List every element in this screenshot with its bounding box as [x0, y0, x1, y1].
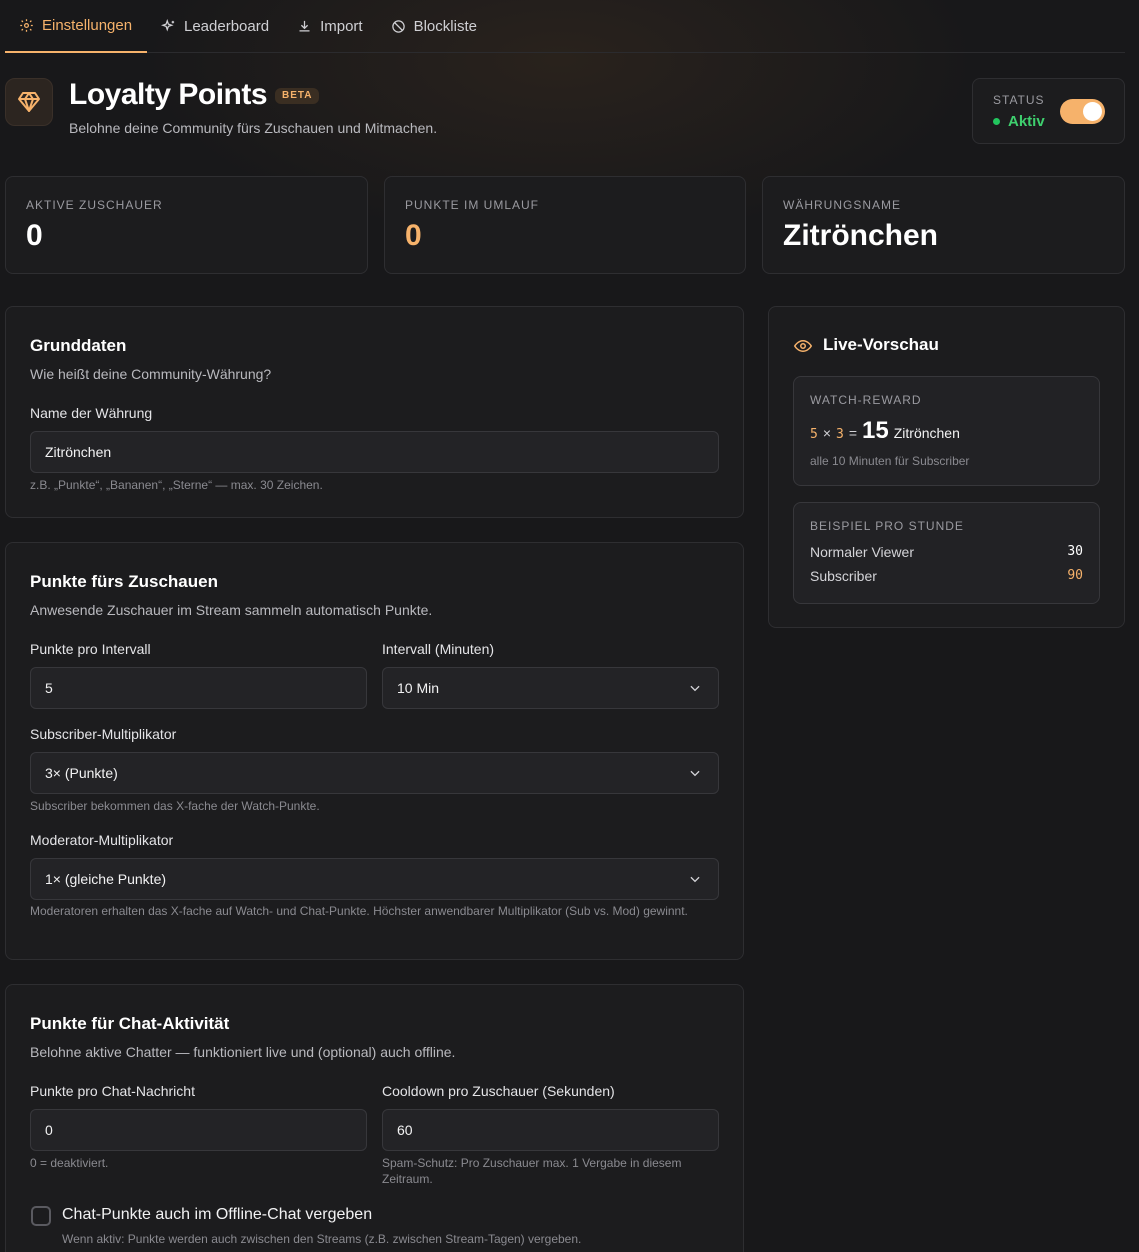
stat-card-currency: WÄHRUNGSNAME Zitrönchen [762, 176, 1125, 274]
eye-icon [793, 339, 813, 353]
interval-select[interactable]: 10 Min [382, 667, 719, 709]
currency-name-input[interactable]: Zitrönchen [30, 431, 719, 473]
toggle-knob [1083, 102, 1102, 121]
field-hint: z.B. „Punkte“, „Bananen“, „Sterne“ — max… [30, 478, 323, 492]
field-hint: Subscriber bekommen das X-fache der Watc… [30, 799, 320, 813]
moderator-multiplier-select[interactable]: 1× (gleiche Punkte) [30, 858, 719, 900]
chevron-down-icon [690, 685, 700, 692]
field-hint: Moderatoren erhalten das X-fache auf Wat… [30, 904, 688, 918]
field-label: Intervall (Minuten) [382, 641, 495, 657]
stat-label: WÄHRUNGSNAME [783, 198, 902, 212]
field-label: Name der Währung [30, 405, 153, 421]
input-value: Zitrönchen [45, 444, 112, 460]
points-per-message-input[interactable]: 0 [30, 1109, 367, 1151]
stat-card-points: PUNKTE IM UMLAUF 0 [384, 176, 746, 274]
stat-value: 0 [405, 219, 422, 252]
subscriber-multiplier-select[interactable]: 3× (Punkte) [30, 752, 719, 794]
base-points: 5 [810, 427, 818, 442]
result-points: 15 [862, 417, 889, 444]
field-label: Punkte pro Intervall [30, 641, 151, 657]
tab-leaderboard[interactable]: Leaderboard [147, 0, 283, 53]
status-card: STATUS Aktiv [972, 78, 1125, 144]
status-toggle[interactable] [1060, 99, 1105, 124]
times-sign: × [822, 425, 832, 441]
chat-points-panel: Punkte für Chat-Aktivität Belohne aktive… [5, 984, 744, 1252]
stat-value: Zitrönchen [783, 219, 938, 252]
section-desc: Wie heißt deine Community-Währung? [30, 366, 272, 382]
example-row: Normaler Viewer 30 [810, 544, 1083, 560]
section-desc: Belohne aktive Chatter — funktioniert li… [30, 1044, 456, 1060]
tab-einstellungen[interactable]: Einstellungen [5, 0, 147, 53]
section-title: Punkte fürs Zuschauen [30, 572, 218, 591]
field-label: Punkte pro Chat-Nachricht [30, 1083, 195, 1099]
field-hint: Spam-Schutz: Pro Zuschauer max. 1 Vergab… [382, 1156, 682, 1186]
page-subtitle: Belohne deine Community fürs Zuschauen u… [69, 120, 438, 136]
gear-icon [20, 19, 33, 32]
section-desc: Anwesende Zuschauer im Stream sammeln au… [30, 602, 433, 618]
stat-label: PUNKTE IM UMLAUF [405, 198, 540, 212]
field-label: Moderator-Multiplikator [30, 832, 174, 848]
preview-title: Live-Vorschau [823, 335, 939, 354]
download-icon [299, 20, 310, 32]
offline-chat-checkbox[interactable] [31, 1206, 51, 1226]
currency-name: Zitrönchen [893, 425, 960, 441]
status-text: Aktiv [1008, 113, 1045, 130]
section-title: Grunddaten [30, 336, 127, 355]
ban-icon [391, 20, 405, 33]
tab-blockliste[interactable]: Blockliste [377, 0, 491, 53]
watch-reward-card: WATCH-REWARD 5 × 3 = 15 Zitrönchen alle … [793, 376, 1100, 486]
row-value: 30 [1067, 544, 1083, 559]
multiplier: 3 [836, 427, 844, 442]
live-preview-panel: Live-Vorschau WATCH-REWARD 5 × 3 = 15 Zi… [768, 306, 1125, 628]
row-label: Normaler Viewer [810, 544, 914, 560]
tab-bar: Einstellungen Leaderboard Import Blockli… [5, 0, 1125, 53]
select-value: 1× (gleiche Punkte) [45, 871, 167, 887]
stat-label: AKTIVE ZUSCHAUER [26, 198, 163, 212]
stat-value: 0 [26, 219, 43, 252]
input-value: 60 [397, 1122, 413, 1138]
checkbox-label[interactable]: Chat-Punkte auch im Offline-Chat vergebe… [62, 1206, 372, 1224]
reward-hint: alle 10 Minuten für Subscriber [810, 454, 970, 468]
grunddaten-panel: Grunddaten Wie heißt deine Community-Wäh… [5, 306, 744, 518]
points-per-interval-input[interactable]: 5 [30, 667, 367, 709]
cooldown-input[interactable]: 60 [382, 1109, 719, 1151]
field-label: Cooldown pro Zuschauer (Sekunden) [382, 1083, 615, 1099]
beta-badge: BETA [275, 88, 320, 104]
row-label: Subscriber [810, 568, 877, 584]
tab-label: Leaderboard [184, 18, 270, 35]
field-label: Subscriber-Multiplikator [30, 726, 177, 742]
chevron-down-icon [690, 770, 700, 777]
watch-points-panel: Punkte fürs Zuschauen Anwesende Zuschaue… [5, 542, 744, 960]
example-row: Subscriber 90 [810, 568, 1083, 584]
status-dot-icon [993, 118, 1000, 125]
equals-sign: = [848, 425, 858, 441]
input-value: 5 [45, 680, 53, 696]
field-hint: Wenn aktiv: Punkte werden auch zwischen … [62, 1232, 582, 1246]
input-value: 0 [45, 1122, 53, 1138]
select-value: 3× (Punkte) [45, 765, 118, 781]
page-title: Loyalty Points [69, 78, 268, 111]
tab-label: Blockliste [413, 18, 477, 35]
status-value: Aktiv [993, 113, 1045, 130]
select-value: 10 Min [397, 680, 440, 696]
tab-import[interactable]: Import [283, 0, 377, 53]
section-title: Punkte für Chat-Aktivität [30, 1014, 230, 1033]
card-label: BEISPIEL PRO STUNDE [810, 519, 964, 533]
sparkles-icon [161, 19, 175, 32]
reward-formula: 5 × 3 = 15 Zitrönchen [810, 417, 960, 445]
tab-label: Einstellungen [42, 17, 133, 34]
chevron-down-icon [690, 876, 700, 883]
tab-label: Import [320, 18, 363, 35]
hourly-example-card: BEISPIEL PRO STUNDE Normaler Viewer 30 S… [793, 502, 1100, 604]
field-hint: 0 = deaktiviert. [30, 1156, 109, 1170]
app-logo [5, 78, 53, 126]
row-value: 90 [1067, 568, 1083, 583]
card-label: WATCH-REWARD [810, 393, 922, 407]
status-label: STATUS [993, 93, 1045, 107]
diamond-icon [18, 92, 40, 112]
stat-card-viewers: AKTIVE ZUSCHAUER 0 [5, 176, 368, 274]
